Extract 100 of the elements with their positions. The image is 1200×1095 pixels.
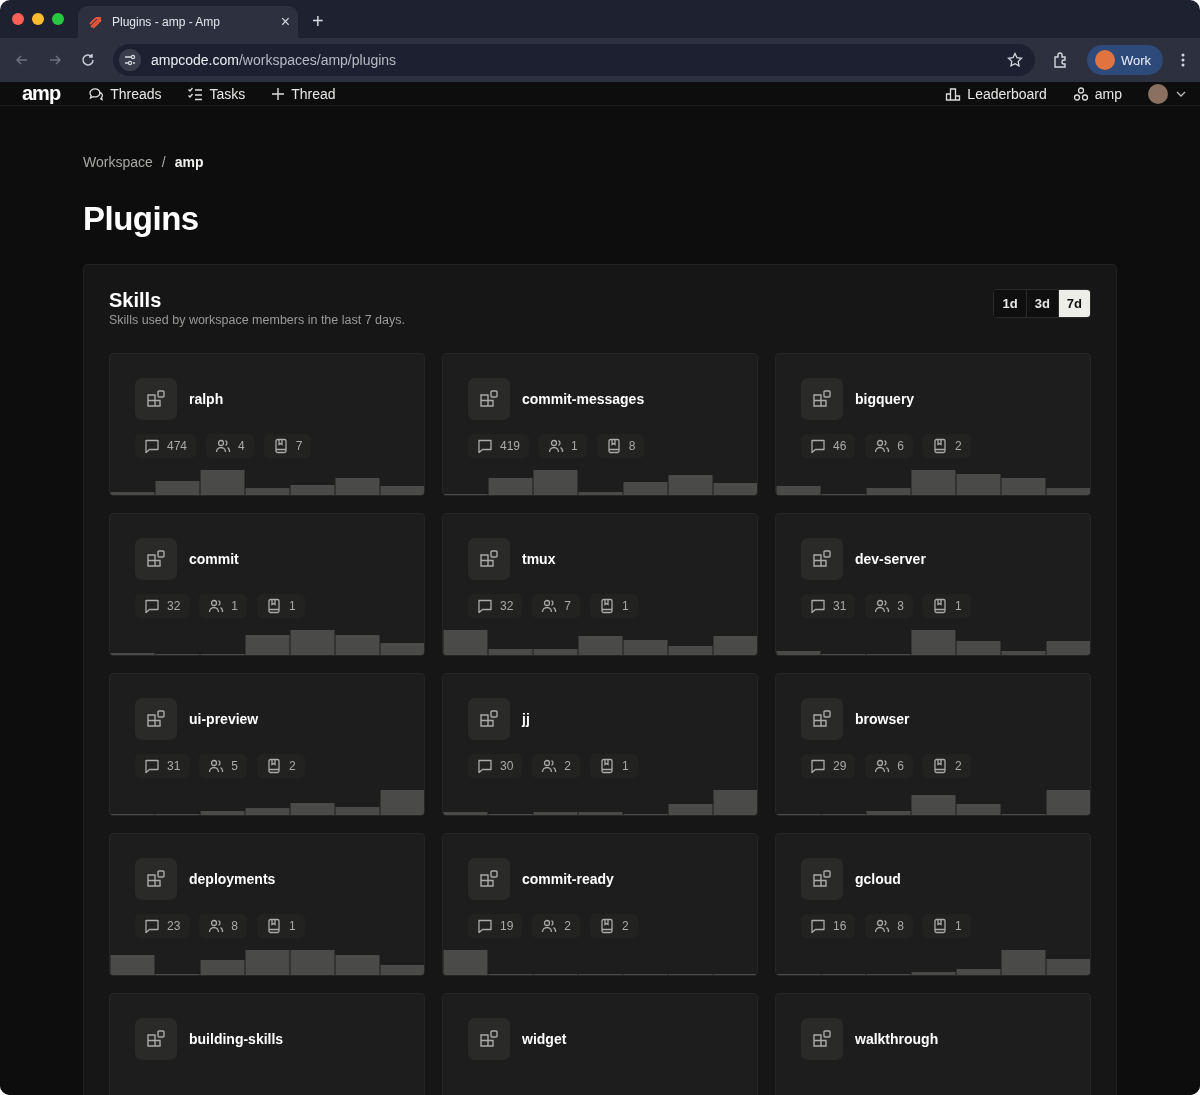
stat-count: 2	[289, 759, 296, 773]
plugin-icon	[135, 858, 177, 900]
plugin-icon	[468, 858, 510, 900]
nav-link[interactable]: Thread	[271, 85, 336, 102]
nav-link[interactable]: amp	[1072, 85, 1122, 102]
skill-card[interactable]: browser 29 6 2	[775, 673, 1091, 816]
stat-count: 8	[897, 919, 905, 933]
breadcrumb-link[interactable]: amp	[174, 154, 204, 170]
users-icon	[541, 918, 558, 934]
plus-icon	[271, 86, 286, 101]
skill-card[interactable]: deployments 23 8 1	[109, 833, 425, 976]
skill-card[interactable]: ralph 474 4 7	[109, 353, 425, 496]
podium-icon	[945, 85, 962, 102]
skill-card[interactable]: gcloud 16 8 1	[775, 833, 1091, 976]
user-avatar[interactable]	[1148, 83, 1168, 104]
range-tab[interactable]: 7d	[1057, 290, 1090, 317]
plugin-icon	[468, 698, 510, 740]
chevron-down-icon[interactable]	[1176, 90, 1186, 97]
stat-count: 1	[955, 599, 962, 613]
skill-card[interactable]: commit-messages 419 1 8	[442, 353, 758, 496]
stat-count: 16	[833, 919, 847, 933]
stat-count: 419	[500, 439, 521, 453]
stat-count: 8	[628, 439, 636, 453]
book-icon	[932, 918, 949, 934]
stat-count: 2	[564, 919, 572, 933]
stat-count: 4	[238, 439, 245, 453]
users-icon	[541, 758, 558, 774]
skill-card[interactable]: bigquery 46 6 2	[775, 353, 1091, 496]
book-icon	[266, 918, 283, 934]
skill-name: deployments	[189, 871, 276, 887]
stat-count: 32	[167, 599, 181, 613]
stat-count: 8	[231, 919, 239, 933]
bookmark-star-icon[interactable]	[1006, 52, 1023, 68]
more-menu-icon[interactable]	[1180, 52, 1186, 68]
reload-icon[interactable]	[80, 52, 96, 68]
skill-card[interactable]: widget	[442, 993, 758, 1095]
book-icon	[932, 598, 949, 614]
plugin-icon	[135, 698, 177, 740]
plugin-icon	[135, 378, 177, 420]
skill-name: commit-messages	[522, 391, 645, 407]
message-icon	[477, 438, 493, 454]
stat-count: 1	[622, 759, 629, 773]
users-icon	[874, 438, 891, 454]
skill-name: commit-ready	[522, 871, 614, 887]
skill-name: building-skills	[189, 1031, 284, 1047]
plugin-icon	[468, 1018, 510, 1060]
profile-button[interactable]: Work	[1086, 45, 1163, 75]
range-tab[interactable]: 3d	[1025, 290, 1058, 317]
skill-card[interactable]: commit 32 1 1	[109, 513, 425, 656]
stat-count: 1	[622, 599, 629, 613]
close-window-icon[interactable]	[12, 13, 24, 25]
skill-name: gcloud	[855, 871, 901, 887]
stat-count: 1	[289, 599, 296, 613]
chat-bubbles-icon	[88, 85, 105, 102]
new-tab-button[interactable]: +	[312, 10, 324, 33]
stat-count: 7	[295, 439, 303, 453]
section-title: Skills	[109, 289, 163, 312]
book-icon	[932, 758, 949, 774]
plugin-icon	[468, 538, 510, 580]
skill-card[interactable]: building-skills	[109, 993, 425, 1095]
breadcrumb-separator: /	[161, 154, 166, 170]
message-icon	[810, 438, 826, 454]
skill-card[interactable]: tmux 32 7 1	[442, 513, 758, 656]
plugin-icon	[135, 1018, 177, 1060]
skill-card[interactable]: commit-ready 19 2 2	[442, 833, 758, 976]
nav-link[interactable]: Threads	[88, 85, 162, 102]
stat-count: 6	[897, 439, 905, 453]
message-icon	[477, 758, 493, 774]
nav-link[interactable]: Tasks	[187, 85, 246, 102]
site-settings-icon[interactable]	[119, 49, 141, 71]
maximize-window-icon[interactable]	[52, 13, 64, 25]
skill-card[interactable]: walkthrough	[775, 993, 1091, 1095]
skill-card[interactable]: dev-server 31 3 1	[775, 513, 1091, 656]
stat-count: 3	[897, 599, 905, 613]
address-bar[interactable]: ampcode.com/workspaces/amp/plugins	[113, 44, 1035, 76]
skill-card[interactable]: jj 30 2 1	[442, 673, 758, 816]
section-subtitle: Skills used by workspace members in the last 7 days.	[109, 313, 405, 327]
stat-count: 23	[167, 919, 181, 933]
users-icon	[874, 758, 891, 774]
logo[interactable]: amp	[22, 82, 61, 105]
close-tab-button[interactable]: ×	[280, 13, 290, 31]
users-icon	[208, 918, 225, 934]
skill-card[interactable]: ui-preview 31 5 2	[109, 673, 425, 816]
skill-name: browser	[855, 711, 910, 727]
users-icon	[541, 598, 558, 614]
minimize-window-icon[interactable]	[32, 13, 44, 25]
message-icon	[477, 598, 493, 614]
book-icon	[266, 758, 283, 774]
browser-tab[interactable]: Plugins - amp - Amp ×	[78, 6, 298, 38]
stat-count: 30	[500, 759, 514, 773]
book-icon	[599, 598, 616, 614]
book-icon	[266, 598, 283, 614]
plugin-icon	[135, 538, 177, 580]
book-icon	[605, 438, 622, 454]
message-icon	[810, 758, 826, 774]
breadcrumb-link[interactable]: Workspace	[83, 154, 153, 170]
stat-count: 2	[955, 439, 962, 453]
nav-link[interactable]: Leaderboard	[945, 85, 1047, 102]
range-tab[interactable]: 1d	[994, 290, 1026, 317]
skill-name: ralph	[189, 391, 224, 407]
